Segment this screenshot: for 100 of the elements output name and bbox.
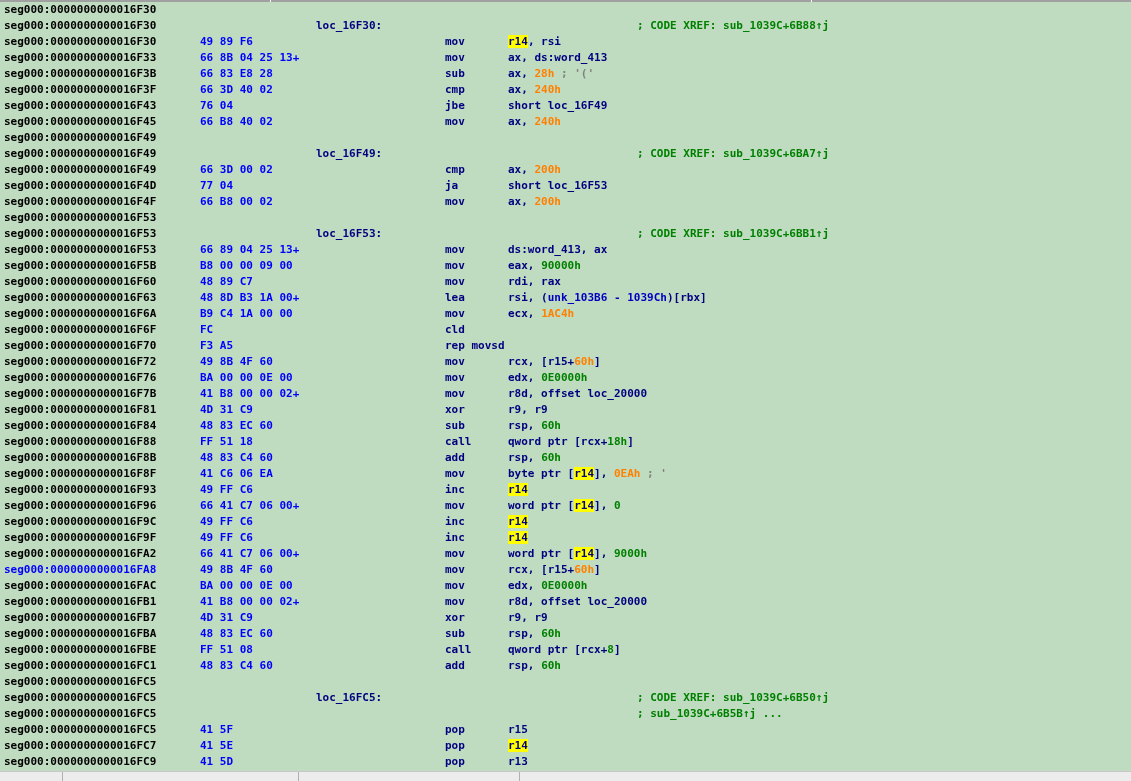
address-text[interactable]: seg000:0000000000016F5B: [4, 258, 200, 274]
xref-comment[interactable]: ; CODE XREF: sub_1039C+6B88↑j: [637, 18, 830, 34]
address-text[interactable]: seg000:0000000000016FA2: [4, 546, 200, 562]
mnemonic: xor: [445, 610, 466, 626]
opcode-bytes: 66 B8 40 02: [200, 114, 274, 130]
address-text[interactable]: seg000:0000000000016FBE: [4, 642, 200, 658]
address-text[interactable]: seg000:0000000000016F30: [4, 2, 200, 18]
operand-text: qword ptr [rcx+8]: [508, 642, 621, 658]
mnemonic: inc: [445, 530, 466, 546]
opcode-bytes: 41 C6 06 EA: [200, 466, 274, 482]
opcode-bytes: BA 00 00 0E 00: [200, 578, 294, 594]
address-text[interactable]: seg000:0000000000016F30: [4, 18, 200, 34]
opcode-bytes: 66 8B 04 25 13+: [200, 50, 301, 66]
address-text[interactable]: seg000:0000000000016FA8: [4, 562, 200, 578]
address-text[interactable]: seg000:0000000000016F49: [4, 162, 200, 178]
operand-text: rsp, 60h: [508, 658, 561, 674]
opcode-bytes: 4D 31 C9: [200, 610, 254, 626]
address-text[interactable]: seg000:0000000000016F60: [4, 274, 200, 290]
address-text[interactable]: seg000:0000000000016F72: [4, 354, 200, 370]
address-text[interactable]: seg000:0000000000016F45: [4, 114, 200, 130]
opcode-bytes: 49 FF C6: [200, 514, 254, 530]
operand-text: rcx, [r15+60h]: [508, 354, 601, 370]
operand-text: short loc_16F53: [508, 178, 608, 194]
address-text[interactable]: seg000:0000000000016F6F: [4, 322, 200, 338]
opcode-bytes: BA 00 00 0E 00: [200, 370, 294, 386]
address-text[interactable]: seg000:0000000000016FC5: [4, 690, 200, 706]
opcode-bytes: 66 83 E8 28: [200, 66, 274, 82]
address-text[interactable]: seg000:0000000000016F49: [4, 146, 200, 162]
mnemonic: pop: [445, 738, 466, 754]
mnemonic: call: [445, 642, 473, 658]
address-text[interactable]: seg000:0000000000016F53: [4, 226, 200, 242]
address-text[interactable]: seg000:0000000000016F53: [4, 242, 200, 258]
opcode-bytes: 48 89 C7: [200, 274, 254, 290]
opcode-bytes: 66 3D 00 02: [200, 162, 274, 178]
opcode-bytes: 48 83 EC 60: [200, 418, 274, 434]
mnemonic: mov: [445, 194, 466, 210]
mnemonic: mov: [445, 50, 466, 66]
address-text[interactable]: seg000:0000000000016F7B: [4, 386, 200, 402]
address-text[interactable]: seg000:0000000000016F4D: [4, 178, 200, 194]
address-text[interactable]: seg000:0000000000016F49: [4, 130, 200, 146]
address-text[interactable]: seg000:0000000000016FC9: [4, 754, 200, 770]
mnemonic: mov: [445, 370, 466, 386]
mnemonic: xor: [445, 402, 466, 418]
address-text[interactable]: seg000:0000000000016FC5: [4, 722, 200, 738]
operand-text: edx, 0E0000h: [508, 578, 588, 594]
address-text[interactable]: seg000:0000000000016F9C: [4, 514, 200, 530]
address-text[interactable]: seg000:0000000000016F70: [4, 338, 200, 354]
mnemonic: mov: [445, 466, 466, 482]
code-label[interactable]: loc_16F53:: [316, 226, 445, 242]
address-text[interactable]: seg000:0000000000016F6A: [4, 306, 200, 322]
operand-text: rdi, rax: [508, 274, 561, 290]
address-text[interactable]: seg000:0000000000016FC7: [4, 738, 200, 754]
address-text[interactable]: seg000:0000000000016F76: [4, 370, 200, 386]
address-text[interactable]: seg000:0000000000016FC5: [4, 674, 200, 690]
address-text[interactable]: seg000:0000000000016F81: [4, 402, 200, 418]
address-text[interactable]: seg000:0000000000016F8B: [4, 450, 200, 466]
mnemonic: call: [445, 434, 473, 450]
operand-text: edx, 0E0000h: [508, 370, 588, 386]
opcode-bytes: 77 04: [200, 178, 235, 194]
address-text[interactable]: seg000:0000000000016F43: [4, 98, 200, 114]
opcode-bytes: FF 51 08: [200, 642, 254, 658]
operand-text: ax, 200h: [508, 162, 561, 178]
mnemonic: add: [445, 658, 466, 674]
mnemonic: inc: [445, 514, 466, 530]
opcode-bytes: B8 00 00 09 00: [200, 258, 294, 274]
address-text[interactable]: seg000:0000000000016F63: [4, 290, 200, 306]
opcode-bytes: FC: [200, 322, 215, 338]
opcode-bytes: 48 83 EC 60: [200, 626, 274, 642]
opcode-bytes: 41 5F: [200, 722, 235, 738]
address-text[interactable]: seg000:0000000000016F3F: [4, 82, 200, 98]
address-text[interactable]: seg000:0000000000016FBA: [4, 626, 200, 642]
address-text[interactable]: seg000:0000000000016FB1: [4, 594, 200, 610]
mnemonic: mov: [445, 578, 466, 594]
address-text[interactable]: seg000:0000000000016F4F: [4, 194, 200, 210]
code-label[interactable]: loc_16F30:: [316, 18, 445, 34]
opcode-bytes: F3 A5: [200, 338, 235, 354]
mnemonic: mov: [445, 546, 466, 562]
address-text[interactable]: seg000:0000000000016FAC: [4, 578, 200, 594]
opcode-bytes: 41 5E: [200, 738, 235, 754]
mnemonic: mov: [445, 274, 466, 290]
operand-text: r14: [508, 738, 528, 754]
address-text[interactable]: seg000:0000000000016F96: [4, 498, 200, 514]
operand-text: ax, 240h: [508, 114, 561, 130]
address-text[interactable]: seg000:0000000000016FC1: [4, 658, 200, 674]
address-text[interactable]: seg000:0000000000016FC5: [4, 706, 200, 722]
address-text[interactable]: seg000:0000000000016F30: [4, 34, 200, 50]
address-text[interactable]: seg000:0000000000016F33: [4, 50, 200, 66]
code-label[interactable]: loc_16FC5:: [316, 690, 445, 706]
address-text[interactable]: seg000:0000000000016FB7: [4, 610, 200, 626]
address-text[interactable]: seg000:0000000000016F8F: [4, 466, 200, 482]
address-text[interactable]: seg000:0000000000016F9F: [4, 530, 200, 546]
address-text[interactable]: seg000:0000000000016F3B: [4, 66, 200, 82]
opcode-bytes: 48 83 C4 60: [200, 658, 274, 674]
address-text[interactable]: seg000:0000000000016F84: [4, 418, 200, 434]
address-text[interactable]: seg000:0000000000016F53: [4, 210, 200, 226]
address-text[interactable]: seg000:0000000000016F93: [4, 482, 200, 498]
code-label[interactable]: loc_16F49:: [316, 146, 445, 162]
mnemonic: sub: [445, 626, 466, 642]
address-text[interactable]: seg000:0000000000016F88: [4, 434, 200, 450]
operand-text: eax, 90000h: [508, 258, 581, 274]
